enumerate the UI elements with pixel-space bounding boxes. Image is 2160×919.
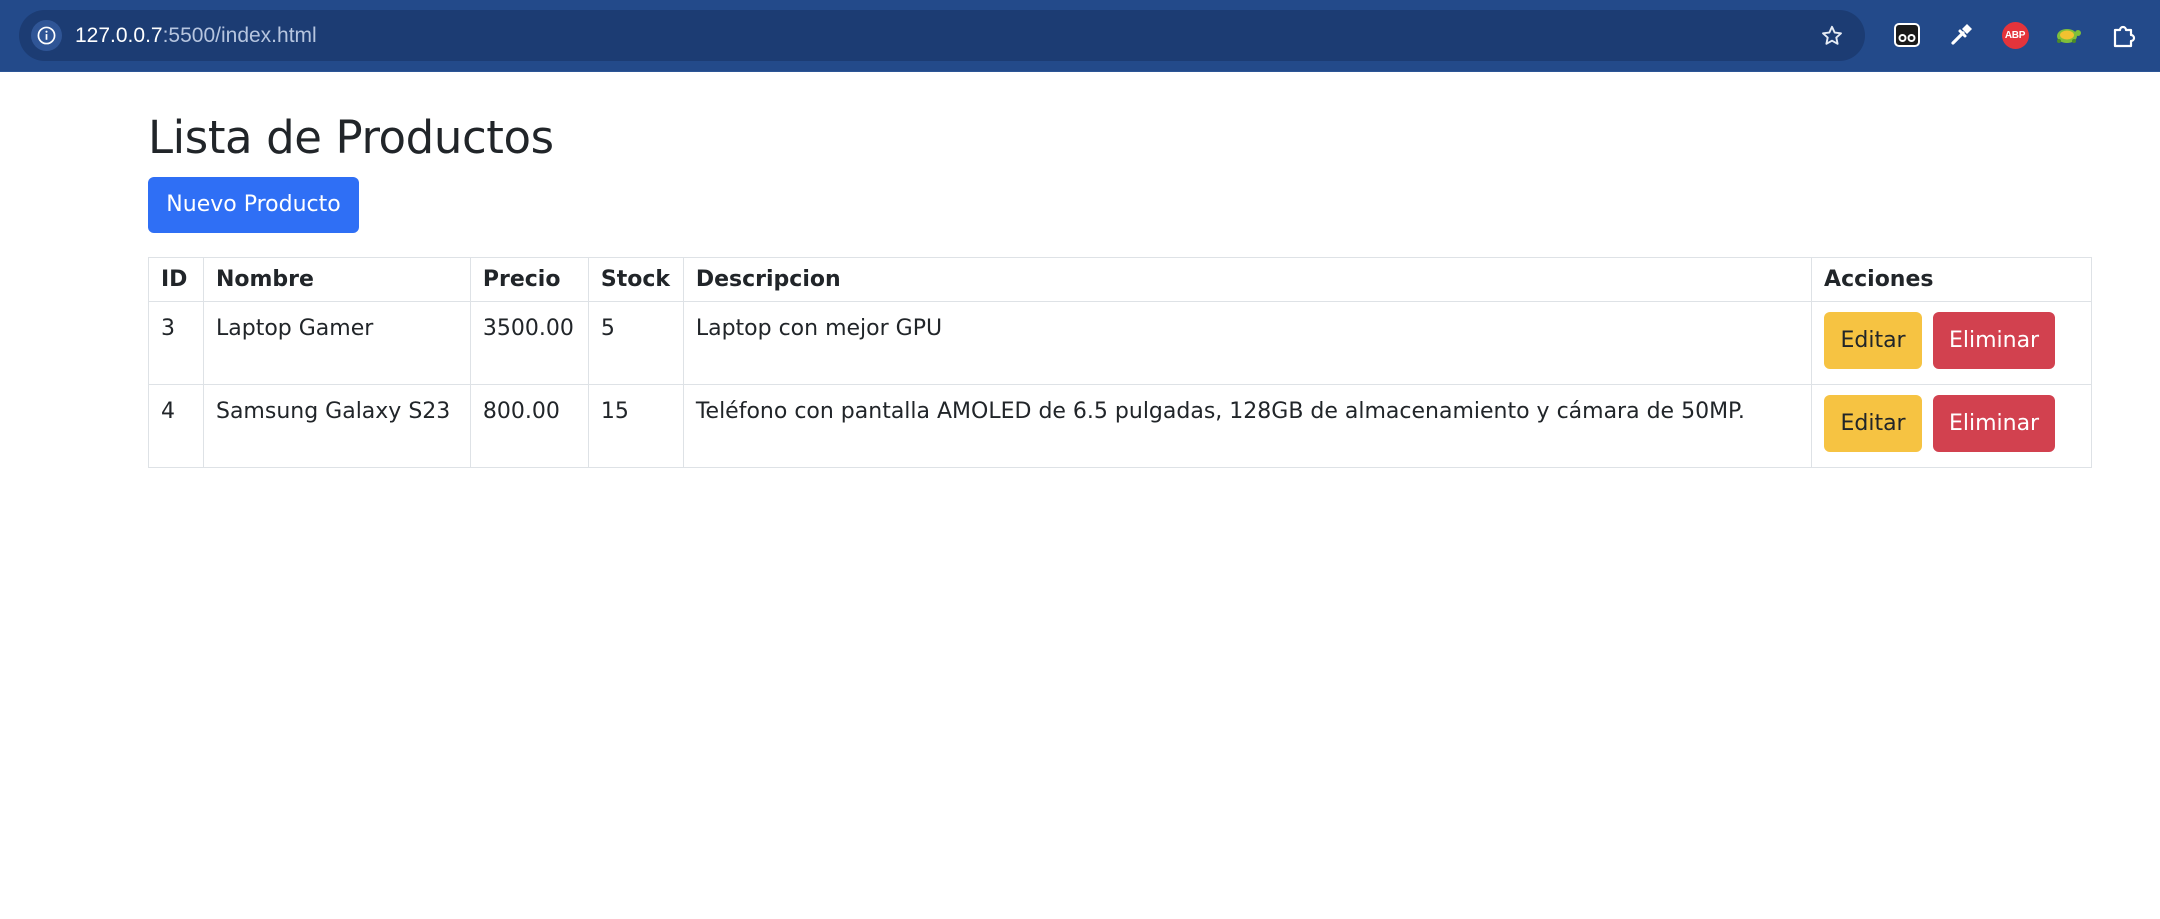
cell-nombre: Samsung Galaxy S23 — [202, 384, 471, 468]
url-host: 127.0.0.7 — [75, 24, 163, 47]
products-table: ID Nombre Precio Stock Descripcion Accio… — [148, 257, 2092, 468]
star-icon[interactable] — [1818, 22, 1846, 50]
cell-stock: 5 — [587, 301, 684, 385]
cell-descripcion: Teléfono con pantalla AMOLED de 6.5 pulg… — [682, 384, 1813, 468]
cell-acciones: Editar Eliminar — [1811, 384, 2092, 468]
turtle-extension-icon[interactable] — [2052, 19, 2084, 51]
cell-stock: 15 — [587, 384, 684, 468]
edit-button[interactable]: Editar — [1824, 395, 1923, 452]
cell-precio: 3500.00 — [469, 301, 589, 385]
page-title: Lista de Productos — [148, 111, 554, 164]
column-header-nombre: Nombre — [202, 257, 471, 302]
cell-id: 4 — [148, 384, 204, 468]
delete-button[interactable]: Eliminar — [1933, 312, 2056, 369]
extensions-puzzle-icon[interactable] — [2108, 19, 2140, 51]
new-product-button[interactable]: Nuevo Producto — [148, 177, 359, 233]
cell-acciones: Editar Eliminar — [1811, 301, 2092, 385]
cell-nombre: Laptop Gamer — [202, 301, 471, 385]
cell-precio: 800.00 — [469, 384, 589, 468]
address-bar[interactable]: 127.0.0.7:5500/index.html — [19, 10, 1865, 61]
column-header-descripcion: Descripcion — [682, 257, 1813, 302]
table-row: 3 Laptop Gamer 3500.00 5 Laptop con mejo… — [148, 301, 2092, 385]
info-icon[interactable] — [31, 20, 62, 51]
glasses-extension-icon[interactable] — [1891, 19, 1923, 51]
abp-badge: ABP — [2001, 21, 2029, 49]
cell-id: 3 — [148, 301, 204, 385]
eyedropper-extension-icon[interactable] — [1945, 19, 1977, 51]
edit-button[interactable]: Editar — [1824, 312, 1923, 369]
column-header-precio: Precio — [469, 257, 589, 302]
url-path: :5500/index.html — [162, 24, 317, 47]
delete-button[interactable]: Eliminar — [1933, 395, 2056, 452]
browser-toolbar: 127.0.0.7:5500/index.html ABP — [0, 0, 2160, 72]
adblock-plus-icon[interactable]: ABP — [1999, 19, 2031, 51]
column-header-acciones: Acciones — [1811, 257, 2092, 302]
table-row: 4 Samsung Galaxy S23 800.00 15 Teléfono … — [148, 384, 2092, 468]
url-text[interactable]: 127.0.0.7:5500/index.html — [75, 22, 317, 49]
table-header-row: ID Nombre Precio Stock Descripcion Accio… — [148, 257, 2092, 302]
column-header-id: ID — [148, 257, 204, 302]
cell-descripcion: Laptop con mejor GPU — [682, 301, 1813, 385]
column-header-stock: Stock — [587, 257, 684, 302]
